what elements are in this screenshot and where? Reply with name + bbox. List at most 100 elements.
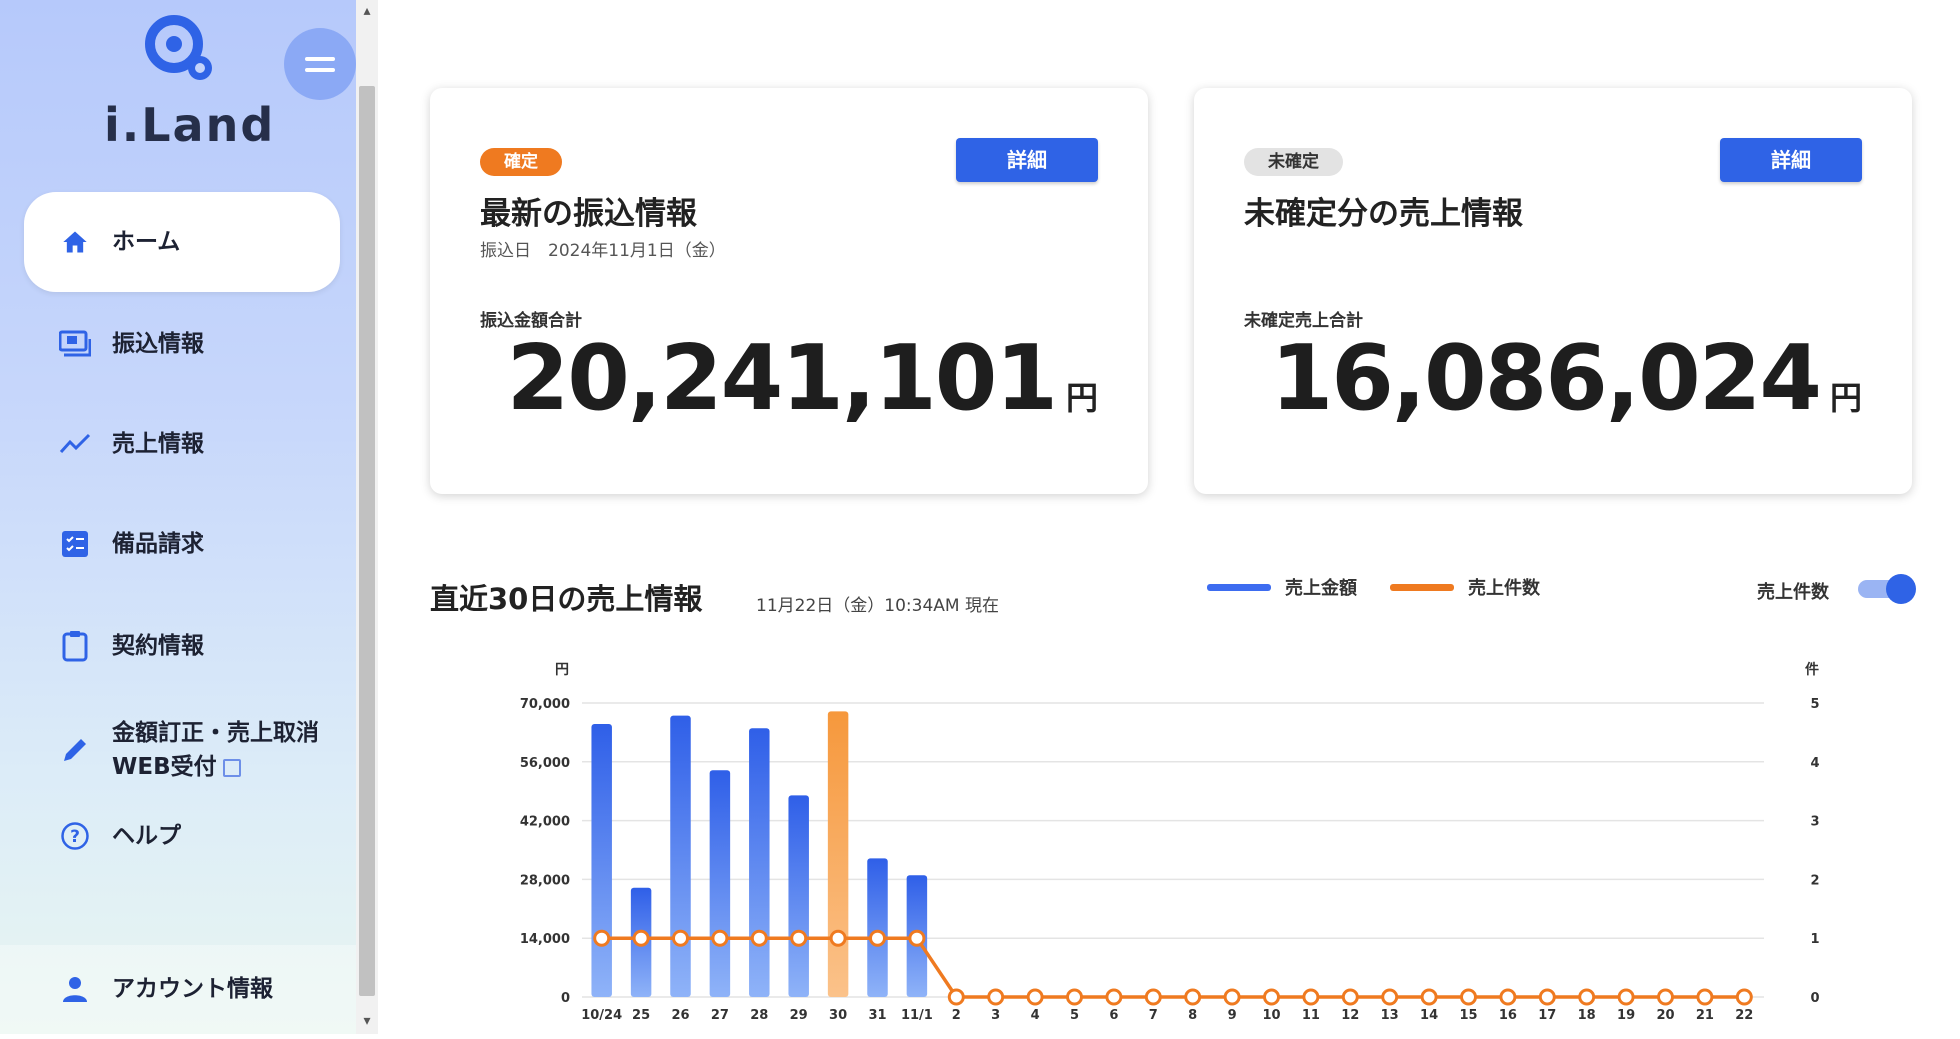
- legend-label: 売上件数: [1468, 578, 1540, 599]
- x-tick-label: 10: [1262, 1008, 1280, 1023]
- x-tick-label: 19: [1617, 1008, 1635, 1023]
- sidebar-item-label: 売上情報: [112, 431, 204, 457]
- line-point: [1105, 988, 1123, 1006]
- detail-button[interactable]: 詳細: [956, 138, 1098, 182]
- scroll-down-icon[interactable]: ▾: [360, 1014, 374, 1028]
- line-point: [1223, 988, 1241, 1006]
- user-icon: [58, 972, 92, 1006]
- line-point: [750, 929, 768, 947]
- bar: [630, 887, 652, 997]
- line-point: [869, 929, 886, 947]
- bar: [749, 728, 770, 997]
- line-point: [1341, 988, 1359, 1006]
- sidebar-item-label: アカウント情報: [112, 976, 273, 1002]
- app-name: i.Land: [104, 98, 276, 152]
- pencil-icon: [58, 733, 92, 767]
- latest-transfer-card: 確定 詳細 最新の振込情報 振込日 2024年11月1日（金） 振込金額合計 2…: [430, 88, 1148, 494]
- x-tick-label: 30: [829, 1008, 847, 1023]
- line-point: [1066, 988, 1083, 1006]
- y-right-unit-label: 件: [1805, 661, 1819, 678]
- sidebar: i.Land ホーム 振込情報 売上情報 備品請求 契約情報 金額訂正・売上取消…: [0, 0, 356, 1034]
- line-point: [1499, 988, 1517, 1006]
- line-point: [1578, 988, 1596, 1006]
- y-right-tick-label: 5: [1810, 697, 1819, 712]
- y-left-tick-label: 28,000: [520, 873, 570, 888]
- x-tick-label: 11: [1302, 1008, 1320, 1023]
- line-point: [1381, 988, 1399, 1006]
- sidebar-item-transfer[interactable]: 振込情報: [24, 294, 340, 394]
- status-badge: 未確定: [1244, 148, 1343, 176]
- legend-item-sales-count[interactable]: 売上件数: [1390, 574, 1540, 600]
- sidebar-item-help[interactable]: ? ヘルプ: [24, 786, 340, 886]
- y-right-tick-label: 1: [1810, 932, 1819, 947]
- x-tick-label: 13: [1381, 1008, 1399, 1023]
- status-badge: 確定: [480, 148, 562, 176]
- logo-mark-icon: [145, 15, 212, 80]
- detail-button[interactable]: 詳細: [1720, 138, 1862, 182]
- x-tick-label: 5: [1070, 1008, 1079, 1023]
- x-tick-label: 16: [1499, 1008, 1517, 1023]
- sales-count-toggle[interactable]: [1858, 574, 1916, 604]
- clipboard-icon: [58, 629, 92, 663]
- x-tick-label: 31: [868, 1008, 886, 1023]
- menu-toggle-button[interactable]: [284, 28, 356, 100]
- sidebar-item-contract[interactable]: 契約情報: [24, 596, 340, 696]
- amount-unit: 円: [1829, 379, 1862, 417]
- x-tick-label: 15: [1459, 1008, 1477, 1023]
- y-left-tick-label: 42,000: [520, 815, 570, 830]
- x-tick-label: 11/1: [901, 1008, 933, 1023]
- account-section: アカウント情報: [0, 945, 356, 1034]
- x-tick-label: 3: [991, 1008, 1000, 1023]
- sidebar-item-label: 契約情報: [112, 633, 204, 659]
- scroll-up-icon[interactable]: ▴: [360, 4, 374, 18]
- hamburger-line: [305, 67, 335, 72]
- unconfirmed-sales-card: 未確定 詳細 未確定分の売上情報 未確定売上合計 16,086,024 円: [1194, 88, 1912, 494]
- sidebar-item-label: ヘルプ: [112, 823, 181, 849]
- bar: [827, 711, 849, 997]
- x-tick-label: 7: [1149, 1008, 1158, 1023]
- toggle-knob: [1886, 574, 1916, 604]
- sidebar-item-home[interactable]: ホーム: [24, 192, 340, 292]
- legend-item-sales-amount[interactable]: 売上金額: [1207, 574, 1357, 600]
- bar: [867, 858, 888, 997]
- trend-icon: [58, 427, 92, 461]
- card-title: 最新の振込情報: [480, 196, 697, 232]
- line-point: [1420, 988, 1438, 1006]
- sidebar-item-account[interactable]: アカウント情報: [24, 939, 340, 1039]
- bar: [709, 770, 731, 997]
- sidebar-item-sales[interactable]: 売上情報: [24, 394, 340, 494]
- y-left-tick-label: 70,000: [520, 697, 570, 712]
- line-point: [790, 929, 808, 947]
- line-point: [1617, 988, 1635, 1006]
- external-link-icon: [222, 758, 241, 777]
- legend-swatch: [1207, 583, 1271, 591]
- x-tick-label: 17: [1538, 1008, 1556, 1023]
- x-tick-label: 9: [1228, 1008, 1237, 1023]
- chart-timestamp: 11月22日（金）10:34AM 現在: [756, 596, 999, 616]
- legend-swatch: [1390, 583, 1454, 591]
- line-point: [711, 929, 729, 947]
- line-point: [1538, 988, 1556, 1006]
- line-point: [1302, 988, 1320, 1006]
- x-tick-label: 29: [790, 1008, 808, 1023]
- x-tick-label: 22: [1735, 1008, 1753, 1023]
- x-tick-label: 25: [632, 1008, 650, 1023]
- x-tick-label: 27: [711, 1008, 729, 1023]
- sidebar-item-label-line2: WEB受付: [112, 750, 319, 784]
- sidebar-scrollbar[interactable]: ▴ ▾: [356, 0, 378, 1034]
- sidebar-item-supplies[interactable]: 備品請求: [24, 494, 340, 594]
- scrollbar-thumb[interactable]: [359, 86, 375, 996]
- x-tick-label: 20: [1656, 1008, 1674, 1023]
- home-icon: [58, 225, 92, 259]
- sales-count-line: [601, 936, 1745, 999]
- x-tick-label: 28: [750, 1008, 768, 1023]
- line-point: [1026, 988, 1044, 1006]
- x-tick-label: 6: [1109, 1008, 1118, 1023]
- checklist-icon: [58, 527, 92, 561]
- sidebar-item-label-line1: 金額訂正・売上取消: [112, 720, 319, 746]
- card-title: 未確定分の売上情報: [1244, 196, 1523, 232]
- sidebar-item-correction[interactable]: 金額訂正・売上取消 WEB受付: [24, 700, 340, 800]
- y-right-tick-label: 2: [1810, 873, 1819, 888]
- y-right-tick-label: 0: [1810, 991, 1819, 1006]
- app-logo[interactable]: i.Land: [100, 10, 273, 152]
